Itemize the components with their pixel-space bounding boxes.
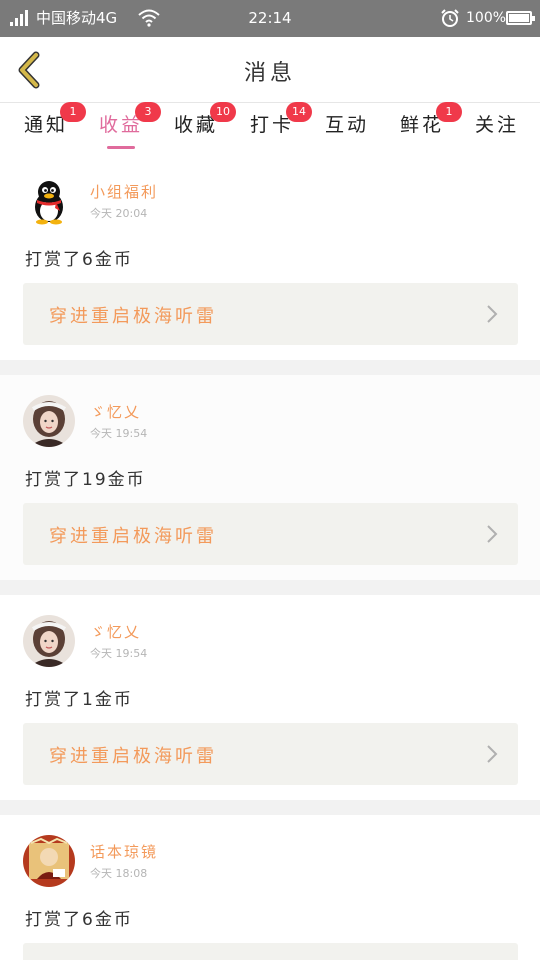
status-bar: 中国移动4G 22:14 100% xyxy=(0,0,540,37)
tab-checkin[interactable]: 打卡 14 xyxy=(242,102,312,152)
tab-notifications[interactable]: 通知 1 xyxy=(16,102,86,152)
tip-message: 打赏了1金币 xyxy=(25,690,133,710)
book-link[interactable]: 穿进重启极海听雷 xyxy=(23,503,518,565)
user-name[interactable]: 小组福利 xyxy=(90,181,158,202)
divider xyxy=(0,800,540,815)
alarm-icon xyxy=(441,9,459,27)
tab-earnings[interactable]: 收益 3 xyxy=(91,102,161,152)
header: 消息 xyxy=(0,37,540,103)
chevron-right-icon xyxy=(487,745,498,763)
wifi-icon xyxy=(138,9,160,27)
chevron-right-icon xyxy=(487,525,498,543)
user-photo-icon xyxy=(23,395,75,447)
timestamp: 今天 18:08 xyxy=(90,867,148,880)
book-link[interactable] xyxy=(23,943,518,960)
user-name[interactable]: 话本琼镜 xyxy=(90,841,158,862)
tab-favorites[interactable]: 收藏 10 xyxy=(166,102,236,152)
tab-follows[interactable]: 关注 xyxy=(467,112,527,152)
tab-label: 关注 xyxy=(474,114,519,136)
avatar[interactable] xyxy=(23,395,75,447)
clock: 22:14 xyxy=(248,9,292,27)
signal-icon xyxy=(10,10,30,26)
book-title: 穿进重启极海听雷 xyxy=(49,746,217,767)
list-item: 小组福利 今天 20:04 打赏了6金币 穿进重启极海听雷 xyxy=(0,155,540,360)
timestamp: 今天 20:04 xyxy=(90,207,148,220)
book-link[interactable]: 穿进重启极海听雷 xyxy=(23,283,518,345)
active-tab-indicator xyxy=(107,146,135,149)
book-title: 穿进重启极海听雷 xyxy=(49,526,217,547)
carrier-label: 中国移动4G xyxy=(36,9,118,27)
divider xyxy=(0,360,540,375)
avatar[interactable] xyxy=(23,175,75,227)
list-item: 话本琼镜 今天 18:08 打赏了6金币 xyxy=(0,815,540,960)
timestamp: 今天 19:54 xyxy=(90,427,148,440)
tab-badge: 1 xyxy=(60,102,86,122)
tab-badge: 1 xyxy=(436,102,462,122)
tab-label: 互动 xyxy=(324,114,369,136)
user-photo-icon xyxy=(23,835,75,887)
tab-badge: 10 xyxy=(210,102,236,122)
list-item: ゞ忆乂 今天 19:54 打赏了19金币 穿进重启极海听雷 xyxy=(0,375,540,580)
user-name[interactable]: ゞ忆乂 xyxy=(90,621,141,642)
battery-percent: 100% xyxy=(466,10,507,26)
tip-message: 打赏了19金币 xyxy=(25,470,146,490)
book-link[interactable]: 穿进重启极海听雷 xyxy=(23,723,518,785)
avatar[interactable] xyxy=(23,835,75,887)
list-item: ゞ忆乂 今天 19:54 打赏了1金币 穿进重启极海听雷 xyxy=(0,595,540,800)
penguin-icon xyxy=(23,175,75,227)
tab-flowers[interactable]: 鲜花 1 xyxy=(392,102,462,152)
chevron-right-icon xyxy=(487,305,498,323)
tab-interactions[interactable]: 互动 xyxy=(317,112,377,152)
tab-badge: 3 xyxy=(135,102,161,122)
user-name[interactable]: ゞ忆乂 xyxy=(90,401,141,422)
timestamp: 今天 19:54 xyxy=(90,647,148,660)
tab-bar: 通知 1 收益 3 收藏 10 打卡 14 互动 鲜花 1 关注 xyxy=(0,102,540,154)
tab-badge: 14 xyxy=(286,102,312,122)
avatar[interactable] xyxy=(23,615,75,667)
user-photo-icon xyxy=(23,615,75,667)
tip-message: 打赏了6金币 xyxy=(25,250,133,270)
book-title: 穿进重启极海听雷 xyxy=(49,306,217,327)
page-title: 消息 xyxy=(243,61,296,86)
battery-icon xyxy=(506,11,535,25)
tip-message: 打赏了6金币 xyxy=(25,910,133,930)
divider xyxy=(0,580,540,595)
